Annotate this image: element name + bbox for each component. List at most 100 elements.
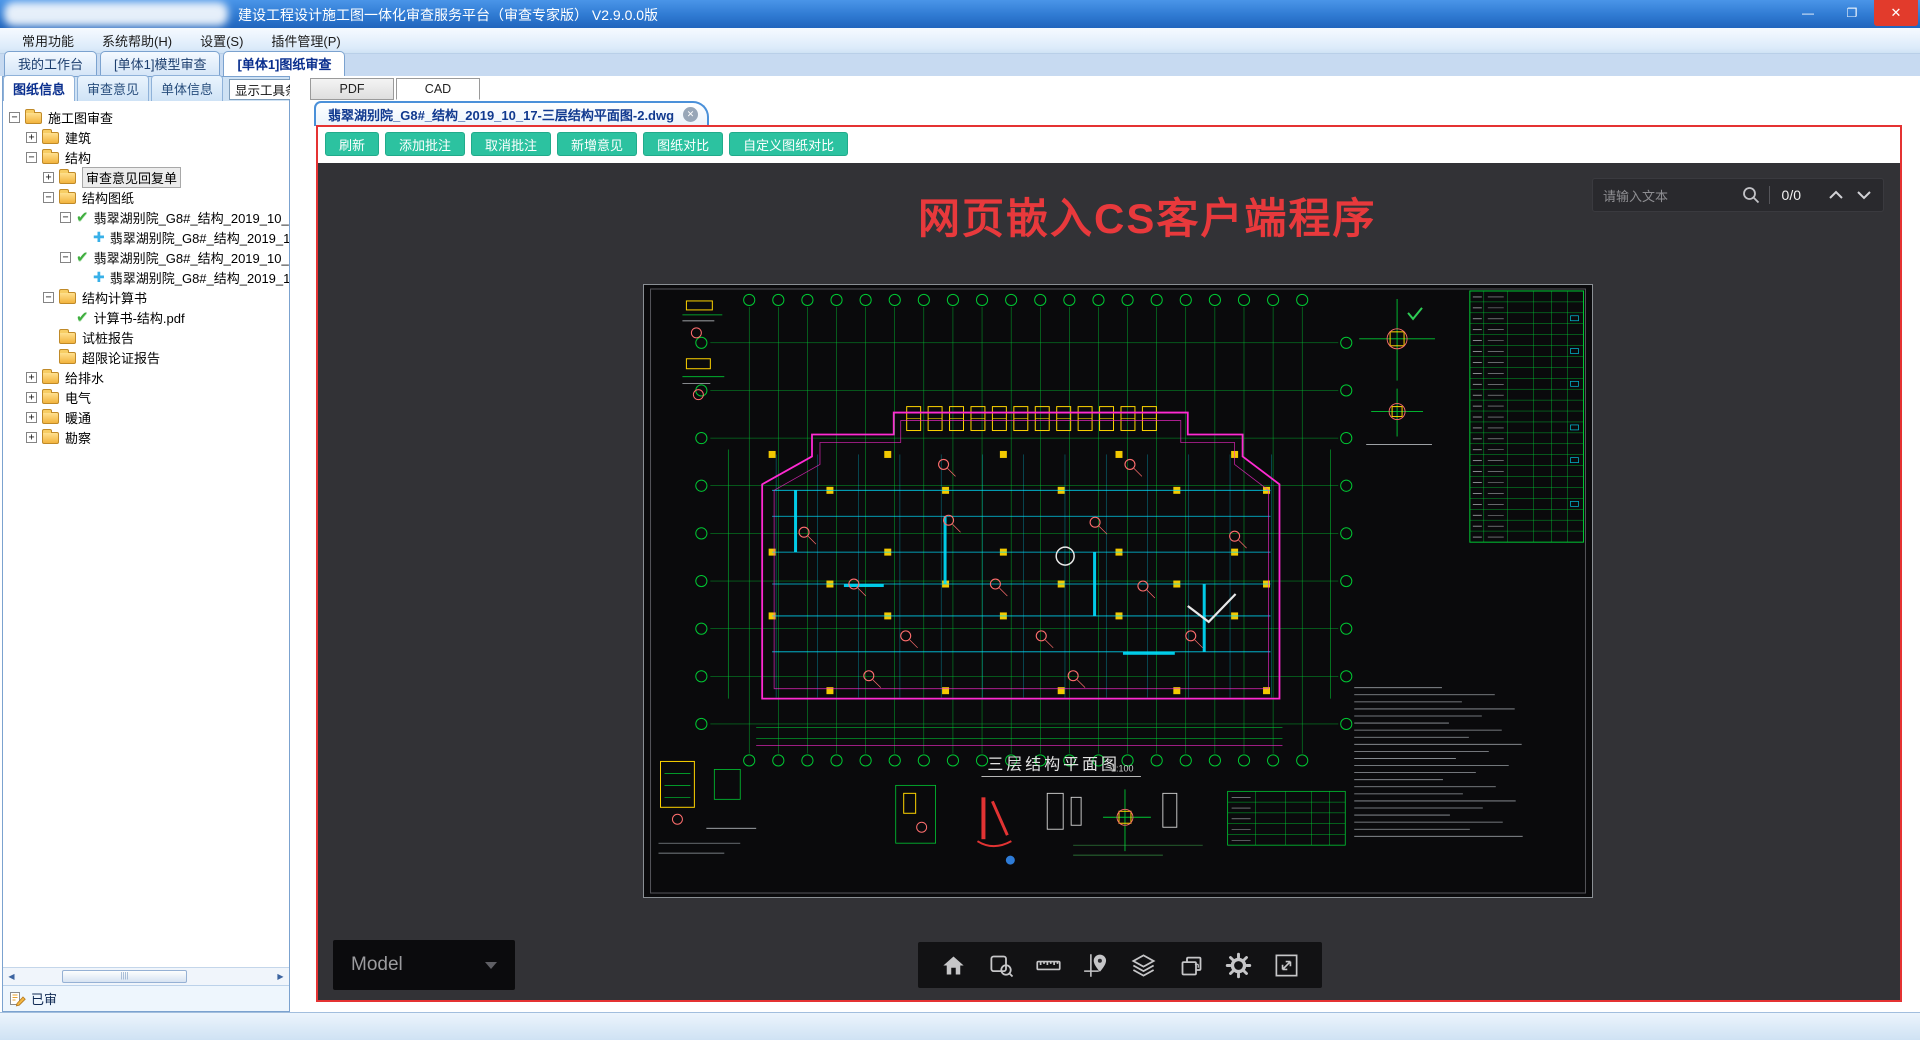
tree-row[interactable]: ✔ 计算书-结构.pdf (3, 307, 289, 327)
collapse-icon[interactable]: − (60, 211, 71, 223)
search-prev-icon[interactable] (1827, 188, 1845, 202)
plus-file-icon: ✚ (93, 268, 105, 285)
tree-item-label: 建筑 (65, 130, 92, 146)
tree-row[interactable]: −✔翡翠湖别院_G8#_结构_2019_10_17-三 (3, 247, 289, 267)
folder-icon (59, 189, 76, 204)
expand-icon[interactable]: + (26, 371, 37, 383)
check-icon: ✔ (76, 249, 89, 266)
expand-icon[interactable]: + (26, 391, 37, 403)
tree-row[interactable]: + 给排水 (3, 367, 289, 387)
folder-icon (42, 389, 59, 404)
toolbar-button-2[interactable]: 取消批注 (471, 132, 552, 156)
document-area: PDF CAD 翡翠湖别院_G8#_结构_2019_10_17-三层结构平面图-2… (291, 76, 1920, 1012)
model-label: Model (351, 954, 403, 975)
text-search-bar[interactable]: 请输入文本 0/0 (1592, 178, 1884, 212)
sidebar-tab-2[interactable]: 单体信息 (151, 75, 224, 101)
tree-item-label: 审查意见回复单 (82, 166, 182, 188)
combo-selected-value: 显示工具条 (235, 84, 298, 98)
toolbar-button-4[interactable]: 图纸对比 (643, 132, 724, 156)
menu-item-1[interactable]: 系统帮助(H) (88, 28, 186, 53)
layers-icon[interactable] (1130, 952, 1157, 979)
viewer-tab-cad[interactable]: CAD (396, 78, 480, 100)
locate-pin-icon[interactable] (1083, 952, 1110, 979)
status-bar (0, 1012, 1920, 1040)
drawing-tree: − 施工图审查 + 建筑 − 结构 + 审查意见回复单 − 结构图纸 − ✔ 翡翠湖别院_G8#_结构_… (3, 101, 289, 967)
menu-item-3[interactable]: 插件管理(P) (257, 28, 354, 53)
sidebar-tab-0[interactable]: 图纸信息 (3, 75, 76, 101)
app-logo (4, 2, 228, 26)
search-icon[interactable] (1741, 185, 1761, 205)
tree-row[interactable]: + 电气 (3, 387, 289, 407)
menu-item-0[interactable]: 常用功能 (8, 28, 88, 53)
maximize-icon[interactable] (1830, 0, 1874, 26)
tree-row[interactable]: − 结构 (3, 147, 289, 167)
menu-item-2[interactable]: 设置(S) (186, 28, 257, 53)
tree-row[interactable]: + 勘察 (3, 427, 289, 447)
search-match-counter: 0/0 (1781, 187, 1801, 203)
main-tab-2[interactable]: [单体1]图纸审查 (223, 51, 346, 76)
tree-item-label: 暖通 (65, 410, 92, 426)
viewer-mode-tabs: PDF CAD (310, 78, 482, 101)
collapse-icon[interactable]: − (26, 151, 37, 163)
scroll-right-icon[interactable] (272, 969, 289, 985)
folder-icon (42, 369, 59, 384)
tree-row[interactable]: + 审查意见回复单 (3, 166, 289, 188)
viewports-icon[interactable] (1178, 952, 1205, 979)
measure-icon[interactable] (1035, 952, 1062, 979)
minimize-icon[interactable] (1786, 0, 1830, 26)
sheet-scale-text: 1:100 (1111, 763, 1133, 773)
settings-icon[interactable] (1225, 952, 1252, 979)
toolbar-button-1[interactable]: 添加批注 (385, 132, 466, 156)
toolbar-button-0[interactable]: 刷新 (325, 132, 380, 156)
folder-icon (42, 129, 59, 144)
collapse-icon[interactable]: − (43, 191, 54, 203)
expand-icon[interactable]: + (43, 171, 54, 183)
expand-icon[interactable]: + (26, 131, 37, 143)
scrollbar-track[interactable] (20, 969, 272, 985)
cad-canvas[interactable]: 网页嵌入CS客户端程序 请输入文本 0/0 三层结构平面图 1:100 Mode… (318, 163, 1900, 1000)
close-icon[interactable] (1874, 0, 1918, 26)
tree-item-label: 施工图审查 (48, 110, 114, 126)
home-icon[interactable] (940, 952, 967, 979)
tree-row[interactable]: −✔翡翠湖别院_G8#_结构_2019_10_17-三 (3, 207, 289, 227)
search-next-icon[interactable] (1855, 188, 1873, 202)
tree-row[interactable]: 超限论证报告 (3, 347, 289, 367)
model-space-selector[interactable]: Model (333, 940, 515, 990)
zoom-window-icon[interactable] (988, 952, 1015, 979)
collapse-icon[interactable]: − (60, 251, 71, 263)
fullscreen-icon[interactable] (1273, 952, 1300, 979)
viewer-tab-pdf[interactable]: PDF (310, 78, 394, 100)
tree-row[interactable]: + 暖通 (3, 407, 289, 427)
tree-row[interactable]: ✚翡翠湖别院_G8#_结构_2019_10_1 (3, 227, 289, 247)
tree-horizontal-scrollbar[interactable] (3, 967, 289, 985)
scroll-left-icon[interactable] (3, 969, 20, 985)
expand-icon[interactable]: + (26, 431, 37, 443)
application-window: 建设工程设计施工图一体化审查服务平台（审查专家版） V2.9.0.0版 常用功能… (0, 0, 1920, 1040)
tree-row[interactable]: 试桩报告 (3, 327, 289, 347)
tree-row[interactable]: + 建筑 (3, 127, 289, 147)
folder-icon (42, 149, 59, 164)
drawing-file-title: 翡翠湖别院_G8#_结构_2019_10_17-三层结构平面图-2.dwg (328, 108, 675, 123)
toolbar-button-5[interactable]: 自定义图纸对比 (729, 132, 849, 156)
scrollbar-thumb[interactable] (62, 969, 187, 983)
cad-sheet[interactable]: 三层结构平面图 1:100 (643, 284, 1593, 898)
drawing-file-tab[interactable]: 翡翠湖别院_G8#_结构_2019_10_17-三层结构平面图-2.dwg (314, 101, 710, 126)
tree-row[interactable]: ✚翡翠湖别院_G8#_结构_2019_10_1 (3, 267, 289, 287)
tree-row[interactable]: − 结构计算书 (3, 287, 289, 307)
search-input[interactable]: 请输入文本 (1603, 186, 1741, 205)
toolbar-button-3[interactable]: 新增意见 (557, 132, 638, 156)
tree-item-label: 超限论证报告 (82, 350, 161, 366)
collapse-icon[interactable]: − (9, 111, 20, 123)
tree-row[interactable]: − 结构图纸 (3, 187, 289, 207)
tree-item-label: 给排水 (65, 370, 105, 386)
main-tab-1[interactable]: [单体1]模型审查 (100, 51, 221, 76)
tree-row[interactable]: − 施工图审查 (3, 107, 289, 127)
tab-close-icon[interactable] (683, 107, 699, 122)
reviewed-note-icon (10, 992, 26, 1007)
review-status-label: 已审 (31, 992, 58, 1007)
main-tab-0[interactable]: 我的工作台 (4, 51, 98, 76)
collapse-icon[interactable]: − (43, 291, 54, 303)
expand-icon[interactable]: + (26, 411, 37, 423)
sidebar-tab-1[interactable]: 审查意见 (77, 75, 150, 101)
tree-item-label: 翡翠湖别院_G8#_结构_2019_10_1 (109, 230, 289, 246)
